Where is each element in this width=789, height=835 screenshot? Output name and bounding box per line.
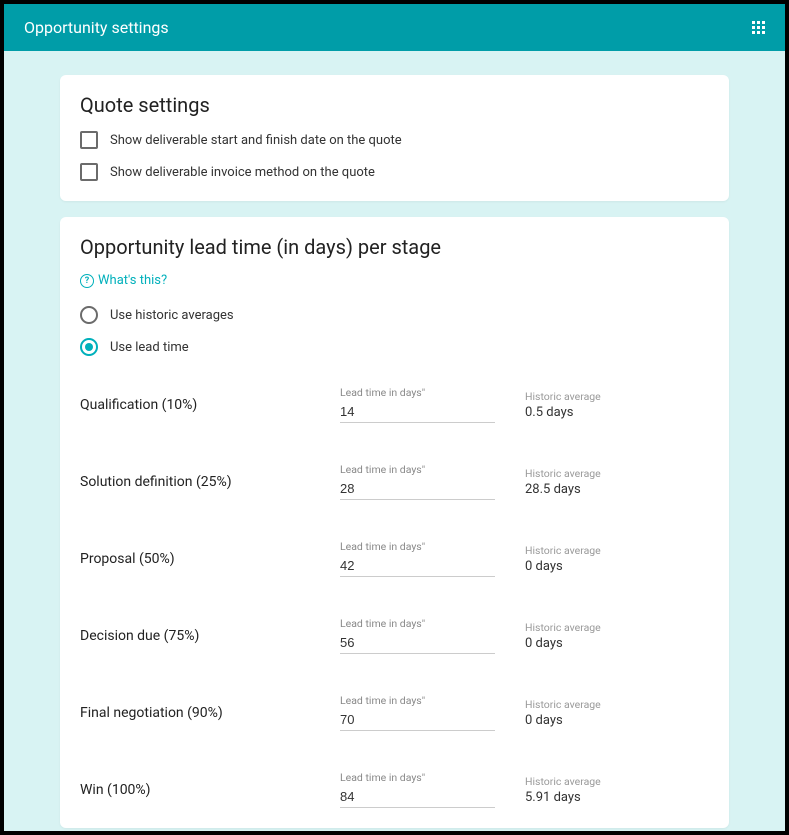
radio-icon[interactable]	[80, 338, 98, 356]
lead-time-input-label: Lead time in days"	[340, 617, 495, 630]
checkbox-icon[interactable]	[80, 163, 98, 181]
stage-row-qualification: Qualification (10%) Lead time in days" H…	[80, 386, 709, 423]
apps-grid-icon[interactable]	[752, 21, 765, 34]
lead-time-input-group: Lead time in days"	[340, 540, 495, 577]
checkbox-icon[interactable]	[80, 131, 98, 149]
stage-row-solution-definition: Solution definition (25%) Lead time in d…	[80, 463, 709, 500]
use-historic-averages-radio[interactable]: Use historic averages	[80, 306, 709, 324]
lead-time-input[interactable]	[340, 478, 495, 500]
lead-time-input-label: Lead time in days"	[340, 463, 495, 476]
lead-time-input[interactable]	[340, 786, 495, 808]
use-lead-time-radio[interactable]: Use lead time	[80, 338, 709, 356]
checkbox-label: Show deliverable start and finish date o…	[110, 133, 402, 148]
historic-average-value: 0 days	[525, 559, 665, 574]
historic-average-group: Historic average 0 days	[525, 698, 665, 728]
historic-average-group: Historic average 0.5 days	[525, 390, 665, 420]
historic-average-value: 0 days	[525, 713, 665, 728]
historic-average-group: Historic average 28.5 days	[525, 467, 665, 497]
historic-average-value: 0.5 days	[525, 405, 665, 420]
stage-name: Qualification (10%)	[80, 397, 340, 413]
whats-this-label: What's this?	[98, 273, 167, 288]
historic-average-label: Historic average	[525, 390, 665, 403]
show-deliverable-dates-row[interactable]: Show deliverable start and finish date o…	[80, 131, 709, 149]
historic-average-group: Historic average 0 days	[525, 544, 665, 574]
stage-row-decision-due: Decision due (75%) Lead time in days" Hi…	[80, 617, 709, 654]
checkbox-label: Show deliverable invoice method on the q…	[110, 165, 375, 180]
stage-name: Final negotiation (90%)	[80, 705, 340, 721]
quote-settings-title: Quote settings	[80, 93, 709, 117]
lead-time-input-group: Lead time in days"	[340, 463, 495, 500]
content-area: Quote settings Show deliverable start an…	[4, 51, 785, 831]
historic-average-value: 28.5 days	[525, 482, 665, 497]
stage-name: Win (100%)	[80, 782, 340, 798]
lead-time-input-group: Lead time in days"	[340, 771, 495, 808]
radio-label: Use historic averages	[110, 308, 234, 323]
show-invoice-method-row[interactable]: Show deliverable invoice method on the q…	[80, 163, 709, 181]
historic-average-value: 0 days	[525, 636, 665, 651]
lead-time-input[interactable]	[340, 555, 495, 577]
lead-time-input-group: Lead time in days"	[340, 617, 495, 654]
lead-time-card: Opportunity lead time (in days) per stag…	[60, 217, 729, 828]
lead-time-input-label: Lead time in days"	[340, 540, 495, 553]
radio-label: Use lead time	[110, 340, 189, 355]
lead-time-input-label: Lead time in days"	[340, 386, 495, 399]
page-title: Opportunity settings	[24, 18, 169, 37]
historic-average-label: Historic average	[525, 698, 665, 711]
historic-average-label: Historic average	[525, 775, 665, 788]
quote-settings-card: Quote settings Show deliverable start an…	[60, 75, 729, 201]
lead-time-input-group: Lead time in days"	[340, 694, 495, 731]
historic-average-label: Historic average	[525, 544, 665, 557]
whats-this-link[interactable]: ? What's this?	[80, 273, 709, 288]
stage-row-win: Win (100%) Lead time in days" Historic a…	[80, 771, 709, 808]
stage-name: Solution definition (25%)	[80, 474, 340, 490]
lead-time-input-group: Lead time in days"	[340, 386, 495, 423]
lead-time-input-label: Lead time in days"	[340, 694, 495, 707]
historic-average-label: Historic average	[525, 621, 665, 634]
historic-average-label: Historic average	[525, 467, 665, 480]
stage-name: Proposal (50%)	[80, 551, 340, 567]
historic-average-group: Historic average 5.91 days	[525, 775, 665, 805]
lead-time-title: Opportunity lead time (in days) per stag…	[80, 235, 709, 259]
stages-list: Qualification (10%) Lead time in days" H…	[80, 386, 709, 808]
app-container: Opportunity settings Quote settings Show…	[4, 4, 785, 831]
help-icon: ?	[80, 274, 94, 288]
stage-row-proposal: Proposal (50%) Lead time in days" Histor…	[80, 540, 709, 577]
stage-name: Decision due (75%)	[80, 628, 340, 644]
lead-time-input[interactable]	[340, 709, 495, 731]
lead-time-input[interactable]	[340, 401, 495, 423]
stage-row-final-negotiation: Final negotiation (90%) Lead time in day…	[80, 694, 709, 731]
historic-average-value: 5.91 days	[525, 790, 665, 805]
lead-time-input[interactable]	[340, 632, 495, 654]
historic-average-group: Historic average 0 days	[525, 621, 665, 651]
header: Opportunity settings	[4, 4, 785, 51]
radio-icon[interactable]	[80, 306, 98, 324]
lead-time-input-label: Lead time in days"	[340, 771, 495, 784]
